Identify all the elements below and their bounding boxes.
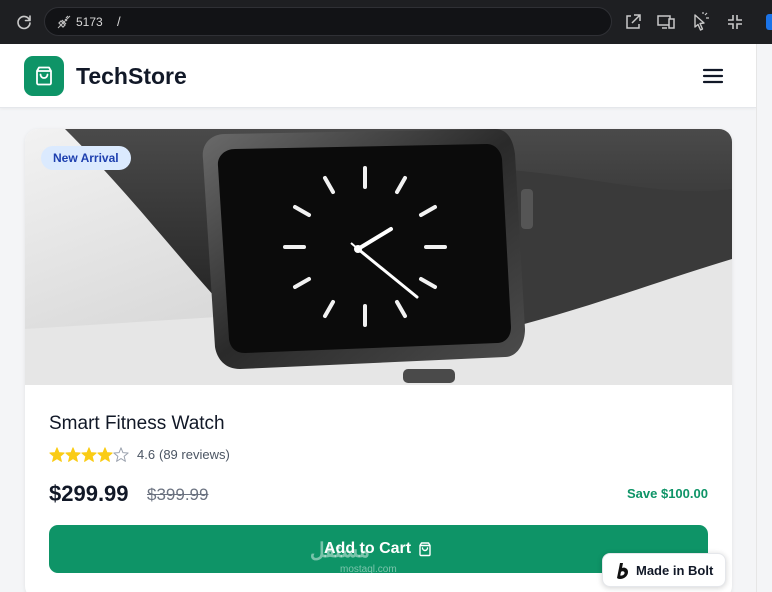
site-header: TechStore — [0, 44, 756, 108]
product-title: Smart Fitness Watch — [49, 413, 225, 434]
rating-stars — [49, 447, 129, 462]
bolt-logo-icon — [617, 563, 628, 579]
made-in-bolt-badge[interactable]: Made in Bolt — [602, 553, 726, 587]
inspect-cursor-icon[interactable] — [690, 12, 710, 32]
watermark-logo: مستقل — [310, 540, 370, 562]
watermark-url: mostaql.com — [340, 564, 397, 575]
collapse-icon[interactable] — [725, 12, 745, 32]
shopping-bag-icon — [36, 66, 52, 86]
hamburger-menu-icon[interactable] — [702, 66, 724, 86]
address-bar[interactable]: 5173 / — [44, 7, 612, 36]
brand-name[interactable]: TechStore — [76, 63, 187, 90]
product-image[interactable] — [25, 129, 732, 385]
open-external-icon[interactable] — [623, 12, 643, 32]
bolt-label: Made in Bolt — [636, 563, 714, 578]
address-path: / — [117, 14, 121, 29]
review-count[interactable]: (89 reviews) — [159, 447, 230, 462]
browser-toolbar: 5173 / — [0, 0, 772, 44]
star-icon — [113, 447, 129, 462]
new-arrival-badge: New Arrival — [41, 146, 131, 170]
star-icon — [81, 447, 97, 462]
address-port: 5173 — [76, 15, 103, 29]
reload-icon[interactable] — [14, 12, 34, 32]
product-card: New Arrival Smart Fitness Watch 4.6 (89 … — [25, 129, 732, 592]
savings-label: Save $100.00 — [627, 486, 708, 501]
current-price: $299.99 — [49, 481, 129, 506]
logo-badge[interactable] — [24, 56, 64, 96]
responsive-view-icon[interactable] — [656, 12, 676, 32]
toolbar-edge-button[interactable] — [766, 14, 772, 30]
star-icon — [65, 447, 81, 462]
rating-value: 4.6 — [137, 447, 156, 462]
star-icon — [97, 447, 113, 462]
star-icon — [49, 447, 65, 462]
page-viewport: TechStore New Arrival Smart Fitness Watc… — [0, 44, 756, 592]
original-price: $399.99 — [147, 485, 209, 504]
shopping-bag-icon — [419, 542, 431, 557]
plug-icon — [57, 15, 71, 29]
scrollbar[interactable] — [756, 44, 772, 592]
